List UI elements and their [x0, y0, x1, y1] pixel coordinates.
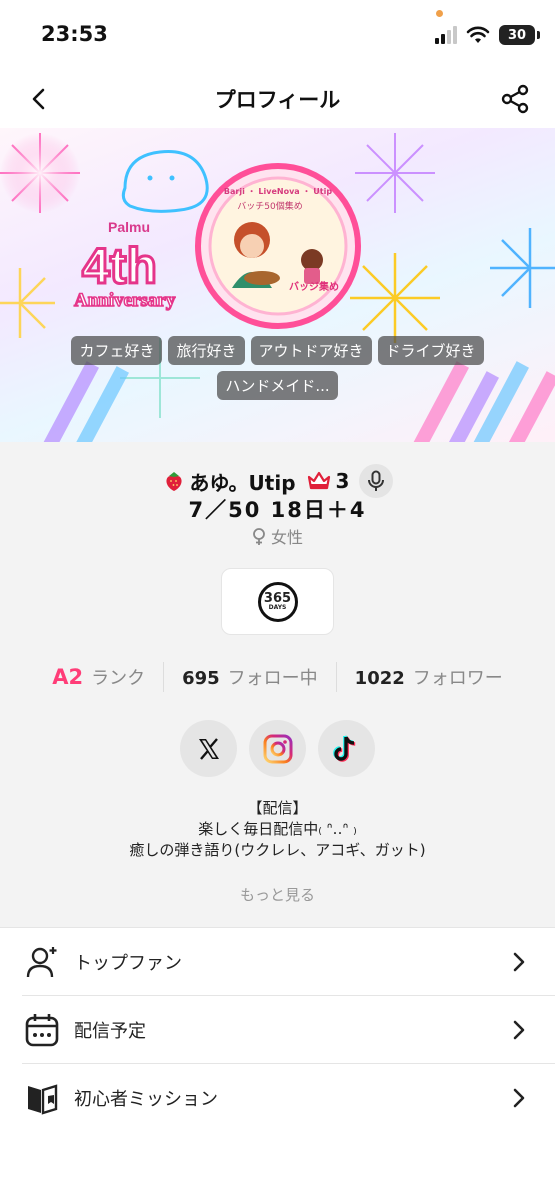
microphone-icon [368, 470, 385, 491]
female-icon [253, 528, 265, 545]
profile-menu: トップファン 配信予定 初心者ミッション [0, 927, 555, 1132]
menu-item-label: 配信予定 [74, 1020, 146, 1042]
emblem-bottom-text: バッジ集め [289, 280, 339, 293]
following-stat[interactable]: 695 フォロー中 [164, 664, 336, 690]
interest-tag: アウトドア好き [250, 336, 372, 365]
share-icon[interactable] [499, 83, 531, 115]
strawberry-icon [165, 472, 182, 491]
status-time: 23:53 [41, 22, 108, 46]
followers-stat[interactable]: 1022 フォロワー [337, 664, 521, 690]
rank-label: ランク [91, 668, 146, 689]
bottom-area [0, 1131, 555, 1200]
badge-label: DAYS [268, 604, 287, 611]
battery-icon: 30 [499, 25, 540, 45]
stats-row: A2 ランク 695 フォロー中 1022 フォロワー [0, 662, 555, 692]
interest-tag: ドライブ好き [377, 336, 484, 365]
name-row: あゆ。Utip 3 [0, 464, 555, 498]
gender-label: 女性 [271, 528, 304, 547]
level-badge: 3 [306, 469, 350, 493]
emblem-mid-text: バッチ50個集め [237, 200, 302, 212]
status-bar: 23:53 30 [0, 0, 555, 70]
profile-banner: Palmu 4th Anniversary Barji ・ LiveNova ・… [0, 128, 555, 442]
tiktok-icon [332, 734, 355, 762]
followers-label: フォロワー [412, 668, 503, 689]
chevron-right-icon [513, 1088, 525, 1108]
menu-item-label: トップファン [74, 952, 182, 974]
banner-logo-text: Palmu [108, 219, 150, 235]
banner-headline: 4th [82, 238, 157, 294]
user-subtitle: 7／50 18日＋4 [188, 498, 367, 522]
menu-item-schedule[interactable]: 配信予定 [22, 996, 555, 1064]
interest-tags: カフェ好き 旅行好き アウトドア好き ドライブ好き ハンドメイド... [0, 336, 555, 400]
book-icon [28, 1083, 58, 1115]
user-name-text: あゆ。Utip [189, 470, 296, 495]
interest-tag: 旅行好き [168, 336, 245, 365]
following-label: フォロー中 [227, 668, 318, 689]
user-plus-icon [26, 946, 57, 977]
badge-card[interactable]: 365 DAYS [221, 568, 334, 635]
nav-bar: プロフィール [0, 70, 555, 128]
social-links [0, 720, 555, 777]
interest-tag: カフェ好き [71, 336, 163, 365]
status-icons: 30 [435, 22, 540, 48]
voice-button[interactable] [359, 464, 394, 498]
user-name: あゆ。Utip [162, 467, 296, 496]
bio-line: 楽しく毎日配信中₍ ᐢ‥ᐢ ₎ [198, 820, 357, 838]
calendar-icon [25, 1013, 59, 1046]
instagram-icon [263, 734, 292, 763]
rank-stat[interactable]: A2 ランク [34, 664, 163, 690]
bio-line: 【配信】 [247, 799, 308, 817]
banner-subline: Anniversary [74, 290, 176, 311]
page-title: プロフィール [214, 88, 341, 112]
tiktok-link-button[interactable] [318, 720, 375, 777]
menu-item-beginner-mission[interactable]: 初心者ミッション [22, 1064, 555, 1132]
crown-icon [307, 471, 330, 490]
wifi-icon [466, 26, 490, 43]
x-link-button[interactable] [180, 720, 237, 777]
rank-value: A2 [52, 665, 84, 689]
cellular-signal-icon [435, 26, 457, 44]
emblem-top-text: Barji ・ LiveNova ・ Utip [224, 187, 332, 196]
privacy-indicator-dot [436, 10, 443, 17]
instagram-link-button[interactable] [249, 720, 306, 777]
chevron-right-icon [513, 1020, 525, 1040]
battery-level: 30 [507, 27, 527, 43]
menu-item-label: 初心者ミッション [74, 1088, 218, 1110]
level-value: 3 [335, 469, 350, 493]
following-count: 695 [182, 668, 220, 689]
menu-item-top-fans[interactable]: トップファン [22, 928, 555, 996]
profile-section: あゆ。Utip 3 7／50 18日＋4 女性 365 DAYS A2 ランク … [0, 442, 555, 927]
x-icon [198, 737, 219, 760]
gender-row: 女性 [0, 524, 555, 548]
followers-count: 1022 [354, 668, 405, 689]
interest-tag: ハンドメイド... [217, 371, 338, 400]
bio-text: 【配信】 楽しく毎日配信中₍ ᐢ‥ᐢ ₎ 癒しの弾き語り(ウクレレ、アコギ、ガッ… [0, 798, 555, 861]
see-more-link[interactable]: もっと見る [0, 884, 555, 905]
bio-line: 癒しの弾き語り(ウクレレ、アコギ、ガット) [129, 841, 426, 859]
chevron-right-icon [513, 952, 525, 972]
365-days-badge-icon: 365 DAYS [257, 581, 298, 622]
